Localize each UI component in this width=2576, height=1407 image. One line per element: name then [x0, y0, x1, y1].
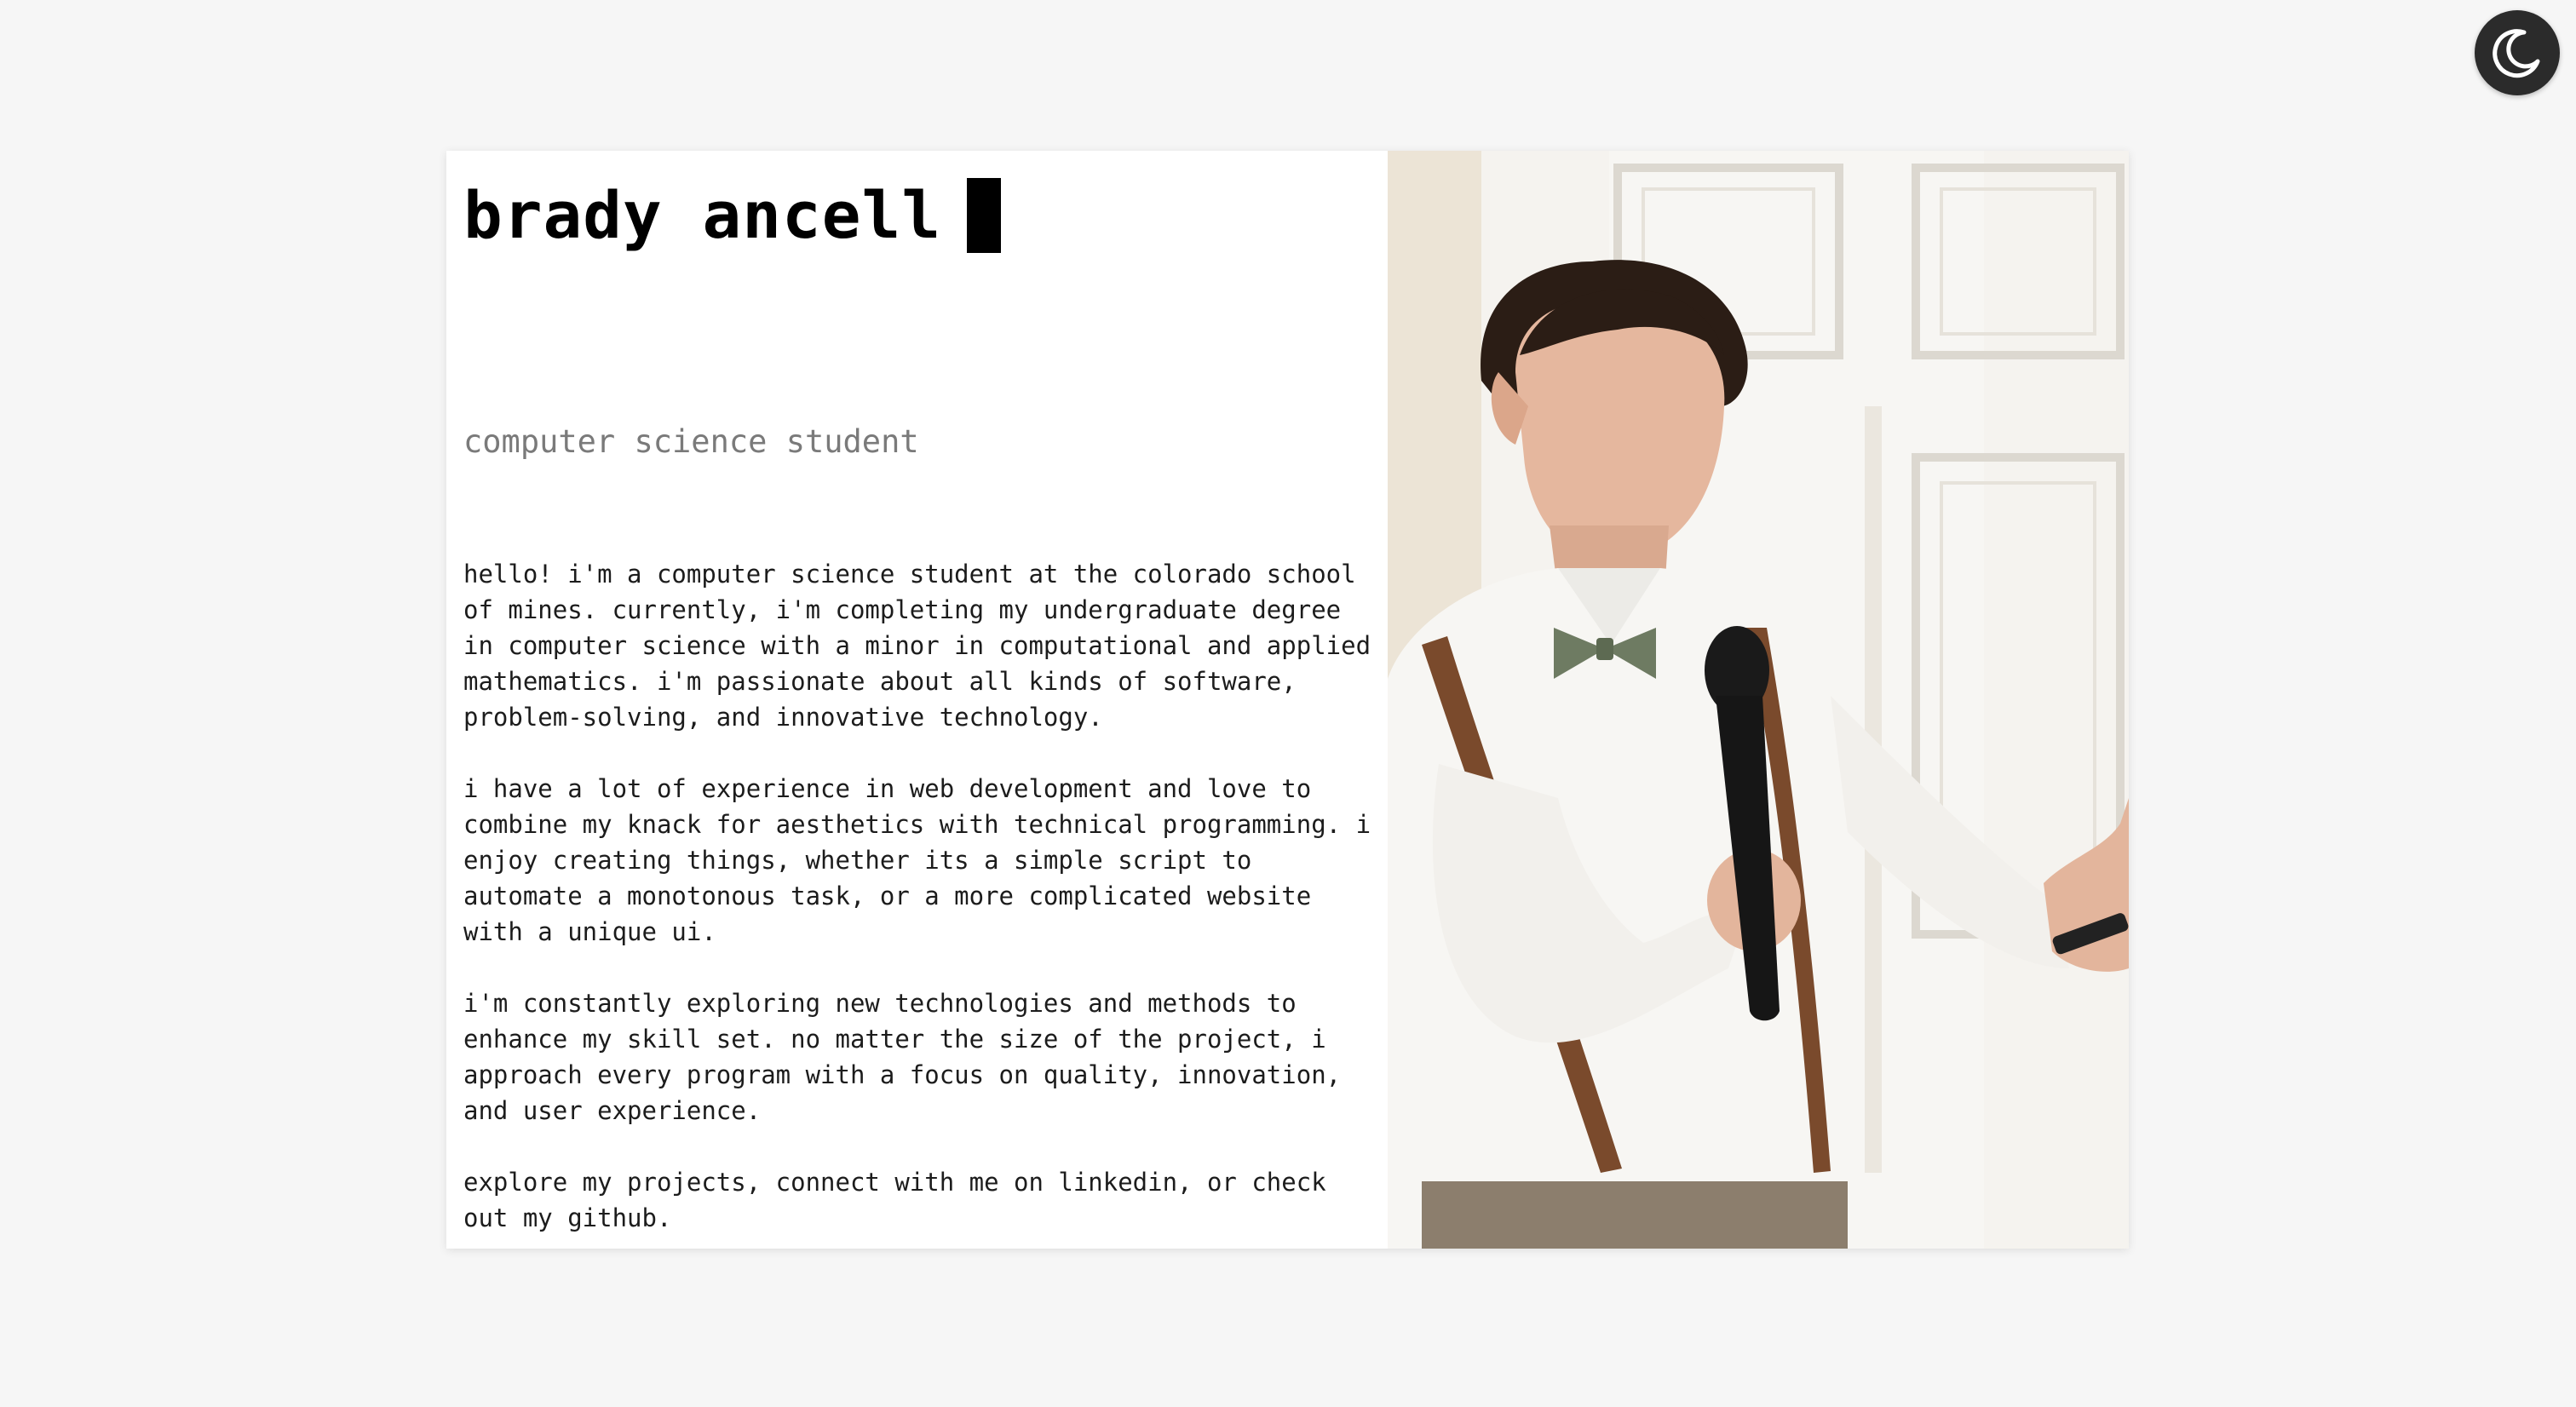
bio-paragraph: i'm constantly exploring new technologie… — [463, 989, 1342, 1125]
moon-icon — [2493, 29, 2540, 78]
page-subtitle: computer science student — [463, 423, 919, 460]
blinking-cursor — [967, 178, 1002, 253]
intro-panel: brady ancell computer science student he… — [446, 151, 1388, 1249]
bio-text: hello! i'm a computer science student at… — [463, 556, 1375, 1249]
profile-photo — [1388, 151, 2129, 1249]
title-row: brady ancell — [463, 177, 1002, 253]
profile-card: brady ancell computer science student he… — [446, 151, 2129, 1249]
page-title: brady ancell — [463, 177, 942, 253]
theme-toggle-button[interactable] — [2475, 10, 2560, 95]
bio-paragraph: i have a lot of experience in web develo… — [463, 774, 1371, 946]
bio-paragraph: hello! i'm a computer science student at… — [463, 560, 1371, 732]
bio-paragraph: explore my projects, connect with me on … — [463, 1168, 1326, 1232]
